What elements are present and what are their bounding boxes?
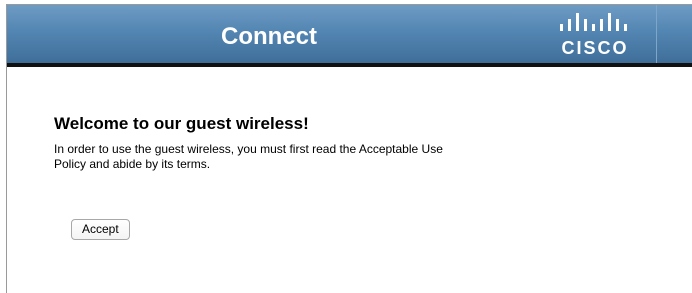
cisco-logo-icon: CISCO (556, 11, 632, 59)
welcome-heading: Welcome to our guest wireless! (54, 114, 309, 133)
accept-button[interactable]: Accept (71, 219, 130, 240)
header-bar: Connect CISCO (7, 5, 692, 67)
policy-text: In order to use the guest wireless, you … (54, 142, 534, 172)
policy-text-line-1: In order to use the guest wireless, you … (54, 142, 443, 156)
cisco-logo-text: CISCO (561, 38, 629, 58)
page-title: Connect (221, 23, 317, 50)
policy-text-line-2: Policy and abide by its terms. (54, 157, 211, 171)
cisco-bars-icon (560, 13, 627, 31)
header-divider (656, 5, 657, 63)
main-content: Welcome to our guest wireless! In order … (54, 113, 614, 172)
